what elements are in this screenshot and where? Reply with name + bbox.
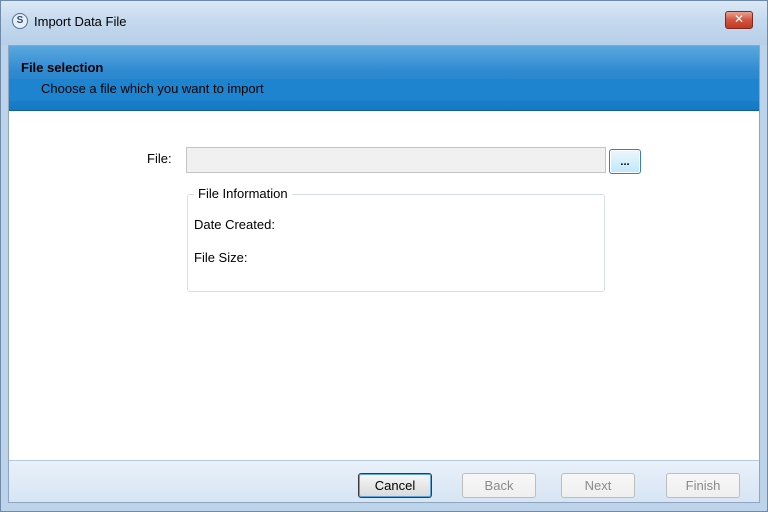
next-button[interactable]: Next	[561, 473, 635, 498]
browse-button[interactable]: ...	[609, 149, 641, 174]
window-title: Import Data File	[34, 14, 127, 29]
wizard-step-title: File selection	[21, 60, 104, 75]
file-information-legend: File Information	[194, 186, 292, 201]
wizard-step-subtitle-band: Choose a file which you want to import	[9, 79, 759, 101]
close-icon: ✕	[733, 12, 745, 26]
wizard-header: File selection Choose a file which you w…	[9, 46, 759, 111]
back-button[interactable]: Back	[462, 473, 536, 498]
file-path-input[interactable]	[186, 147, 606, 173]
dialog-client-area: File selection Choose a file which you w…	[8, 45, 760, 503]
import-dialog-window: S Import Data File ✕ File selection Choo…	[0, 0, 768, 512]
title-bar[interactable]: S Import Data File ✕	[1, 1, 767, 45]
finish-button[interactable]: Finish	[666, 473, 740, 498]
wizard-step-subtitle: Choose a file which you want to import	[41, 81, 264, 96]
close-button[interactable]: ✕	[725, 11, 753, 29]
file-information-group: File Information Date Created: File Size…	[187, 186, 605, 292]
app-icon: S	[12, 13, 28, 29]
file-size-label: File Size:	[194, 250, 248, 265]
date-created-label: Date Created:	[194, 217, 275, 232]
file-label: File:	[147, 151, 172, 166]
wizard-footer: Cancel Back Next Finish	[9, 460, 759, 502]
cancel-button[interactable]: Cancel	[358, 473, 432, 498]
